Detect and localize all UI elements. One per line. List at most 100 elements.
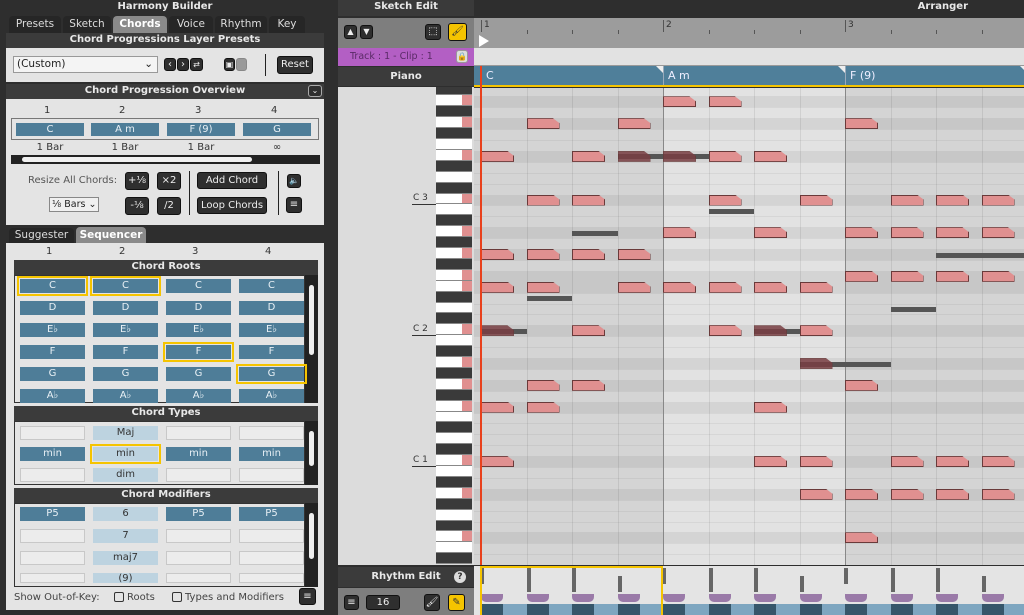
note[interactable] [845, 118, 878, 130]
tab-voice[interactable]: Voice [169, 16, 213, 33]
black-key[interactable] [436, 553, 472, 565]
type-cell[interactable] [166, 468, 231, 482]
black-key[interactable] [436, 313, 472, 325]
note[interactable] [890, 488, 924, 500]
help-icon[interactable]: ? [454, 571, 466, 583]
note[interactable] [617, 281, 651, 293]
add-chord-button[interactable]: Add Chord [197, 172, 267, 189]
brush-tool-icon[interactable]: 🖌 [424, 594, 440, 611]
tab-sequencer[interactable]: Sequencer [76, 227, 146, 243]
type-cell[interactable] [166, 426, 231, 440]
black-key[interactable] [436, 237, 472, 249]
root-cell[interactable]: E♭ [239, 323, 304, 337]
white-key[interactable] [436, 542, 472, 554]
note[interactable] [754, 281, 787, 293]
note[interactable] [663, 150, 696, 162]
type-cell[interactable] [20, 468, 85, 482]
root-cell[interactable]: D [20, 301, 85, 315]
note[interactable] [890, 194, 924, 206]
note[interactable] [708, 325, 742, 337]
black-key[interactable] [436, 520, 472, 532]
note[interactable] [981, 227, 1015, 239]
rhythm-velocity-bar[interactable] [844, 568, 848, 584]
root-cell[interactable]: E♭ [20, 323, 85, 337]
modifier-cell[interactable] [239, 551, 304, 565]
menu-icon[interactable]: ≡ [286, 197, 302, 213]
rhythm-velocity-bar[interactable] [799, 576, 804, 592]
white-key[interactable] [436, 509, 472, 521]
note[interactable] [890, 270, 924, 282]
black-key[interactable] [436, 367, 472, 379]
note[interactable] [617, 249, 651, 260]
rhythm-velocity-bar[interactable] [890, 568, 895, 592]
root-cell[interactable]: F [20, 345, 85, 359]
tab-suggester[interactable]: Suggester [9, 228, 74, 243]
times-two-button[interactable]: ×2 [157, 172, 181, 190]
piano-roll-grid[interactable] [474, 88, 1024, 565]
rhythm-hit[interactable] [890, 594, 913, 602]
note[interactable] [845, 532, 878, 544]
white-key[interactable] [436, 411, 472, 423]
note[interactable] [526, 249, 560, 260]
modifier-cell[interactable] [166, 551, 231, 565]
rhythm-velocity-bar[interactable] [708, 568, 713, 592]
note[interactable] [572, 325, 605, 337]
loop-chords-button[interactable]: Loop Chords [197, 197, 267, 214]
tab-presets[interactable]: Presets [9, 16, 61, 33]
black-key[interactable] [436, 346, 472, 358]
scroll-thumb[interactable] [309, 513, 314, 560]
note[interactable] [799, 358, 833, 369]
modifier-cell[interactable]: P5 [20, 507, 85, 521]
root-cell[interactable]: C [239, 279, 304, 293]
note[interactable] [754, 150, 787, 162]
white-key[interactable] [436, 302, 472, 314]
note[interactable] [481, 456, 514, 468]
tab-sketch[interactable]: Sketch [63, 16, 111, 33]
note[interactable] [708, 194, 742, 206]
note[interactable] [572, 194, 605, 206]
modifier-cell[interactable] [166, 529, 231, 543]
note[interactable] [936, 456, 969, 468]
note[interactable] [481, 249, 514, 260]
root-cell[interactable]: D [166, 301, 231, 315]
modifier-cell[interactable]: P5 [166, 507, 231, 521]
rhythm-hit[interactable] [799, 594, 822, 602]
black-key[interactable] [436, 106, 472, 118]
root-cell[interactable]: C [17, 276, 88, 296]
collapse-overview-icon[interactable]: ⌄ [308, 85, 322, 97]
note[interactable] [481, 325, 514, 337]
note[interactable] [754, 325, 787, 337]
scroll-thumb[interactable] [309, 285, 314, 356]
modifier-cell[interactable]: P5 [239, 507, 304, 521]
chord-block[interactable]: A m [663, 66, 845, 85]
black-key[interactable] [436, 422, 472, 434]
type-cell[interactable] [239, 426, 304, 440]
note[interactable] [754, 227, 787, 239]
white-key[interactable] [436, 466, 472, 477]
note[interactable] [845, 227, 878, 239]
vertical-scrollbar[interactable] [305, 275, 318, 403]
chord-resize-handle[interactable] [838, 66, 845, 73]
chord-block[interactable]: C [481, 66, 663, 85]
tab-rhythm[interactable]: Rhythm [215, 16, 267, 33]
root-cell[interactable]: G [166, 367, 231, 381]
note[interactable] [799, 325, 833, 337]
root-cell[interactable]: C [166, 279, 231, 293]
black-key[interactable] [436, 389, 472, 401]
pencil-tool-icon[interactable]: ✎ [448, 594, 465, 611]
menu-icon[interactable]: ≡ [299, 588, 316, 605]
white-key[interactable] [436, 204, 472, 216]
rhythm-hit[interactable] [845, 594, 867, 602]
white-key[interactable] [436, 433, 472, 445]
delete-icon[interactable] [236, 58, 247, 71]
note[interactable] [890, 456, 924, 468]
rhythm-lane[interactable] [474, 566, 1024, 615]
reset-button[interactable]: Reset [277, 56, 313, 74]
rhythm-hit[interactable] [708, 594, 731, 602]
note[interactable] [572, 249, 605, 260]
root-cell[interactable]: D [93, 301, 158, 315]
white-key[interactable] [436, 171, 472, 183]
note[interactable] [936, 194, 969, 206]
next-preset-button[interactable]: › [177, 58, 189, 71]
note[interactable] [754, 401, 787, 413]
